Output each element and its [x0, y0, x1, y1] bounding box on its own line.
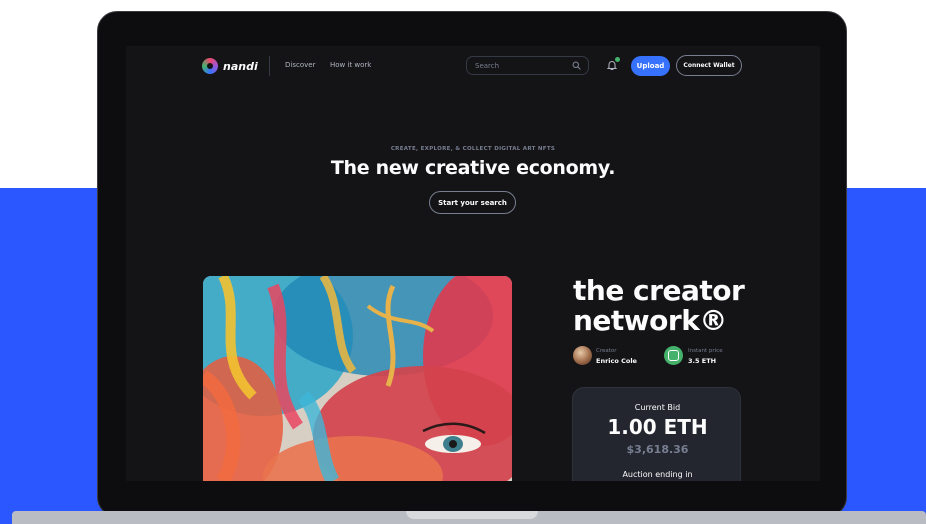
stage: nandi Discover How it work Upload Connec… — [0, 0, 926, 524]
nav-link-discover[interactable]: Discover — [285, 61, 315, 69]
creator-label: Creator — [596, 348, 617, 354]
creator-name[interactable]: Enrico Cole — [596, 357, 637, 365]
artwork-painting — [203, 276, 512, 481]
hero-title: The new creative economy. — [330, 157, 616, 179]
item-title-line-1: the creator — [573, 274, 745, 307]
creator-avatar[interactable] — [573, 346, 592, 365]
current-bid-eth: 1.00 ETH — [607, 415, 708, 439]
artwork-image[interactable] — [203, 276, 512, 481]
current-bid-label: Current Bid — [634, 403, 681, 412]
notification-dot — [615, 57, 620, 62]
navbar: nandi Discover How it work Upload Connec… — [126, 46, 820, 86]
start-search-button[interactable]: Start your search — [429, 191, 516, 214]
hero-eyebrow: CREATE, EXPLORE, & COLLECT DIGITAL ART N… — [390, 146, 556, 152]
nav-link-how-it-work[interactable]: How it work — [330, 61, 371, 69]
logo[interactable]: nandi — [202, 58, 258, 74]
logo-text: nandi — [223, 59, 258, 73]
current-bid-usd: $3,618.36 — [626, 443, 689, 456]
nav-divider — [269, 56, 270, 76]
item-title-line-2: network® — [573, 304, 727, 337]
current-bid-card: Current Bid 1.00 ETH $3,618.36 Auction e… — [572, 387, 741, 481]
laptop-notch — [406, 511, 538, 519]
upload-button[interactable]: Upload — [631, 56, 670, 76]
connect-wallet-button[interactable]: Connect Wallet — [676, 55, 742, 76]
laptop-screen: nandi Discover How it work Upload Connec… — [126, 46, 820, 481]
item-title: the creator network® — [573, 276, 773, 336]
instant-price-value: 3.5 ETH — [688, 357, 717, 365]
search-box[interactable] — [466, 56, 589, 75]
instant-price-label: Instant price — [688, 348, 723, 354]
auction-ending-label: Auction ending in — [622, 470, 693, 479]
logo-icon — [202, 58, 218, 74]
search-icon[interactable] — [572, 61, 581, 70]
search-input[interactable] — [475, 61, 571, 71]
price-icon — [664, 346, 683, 365]
